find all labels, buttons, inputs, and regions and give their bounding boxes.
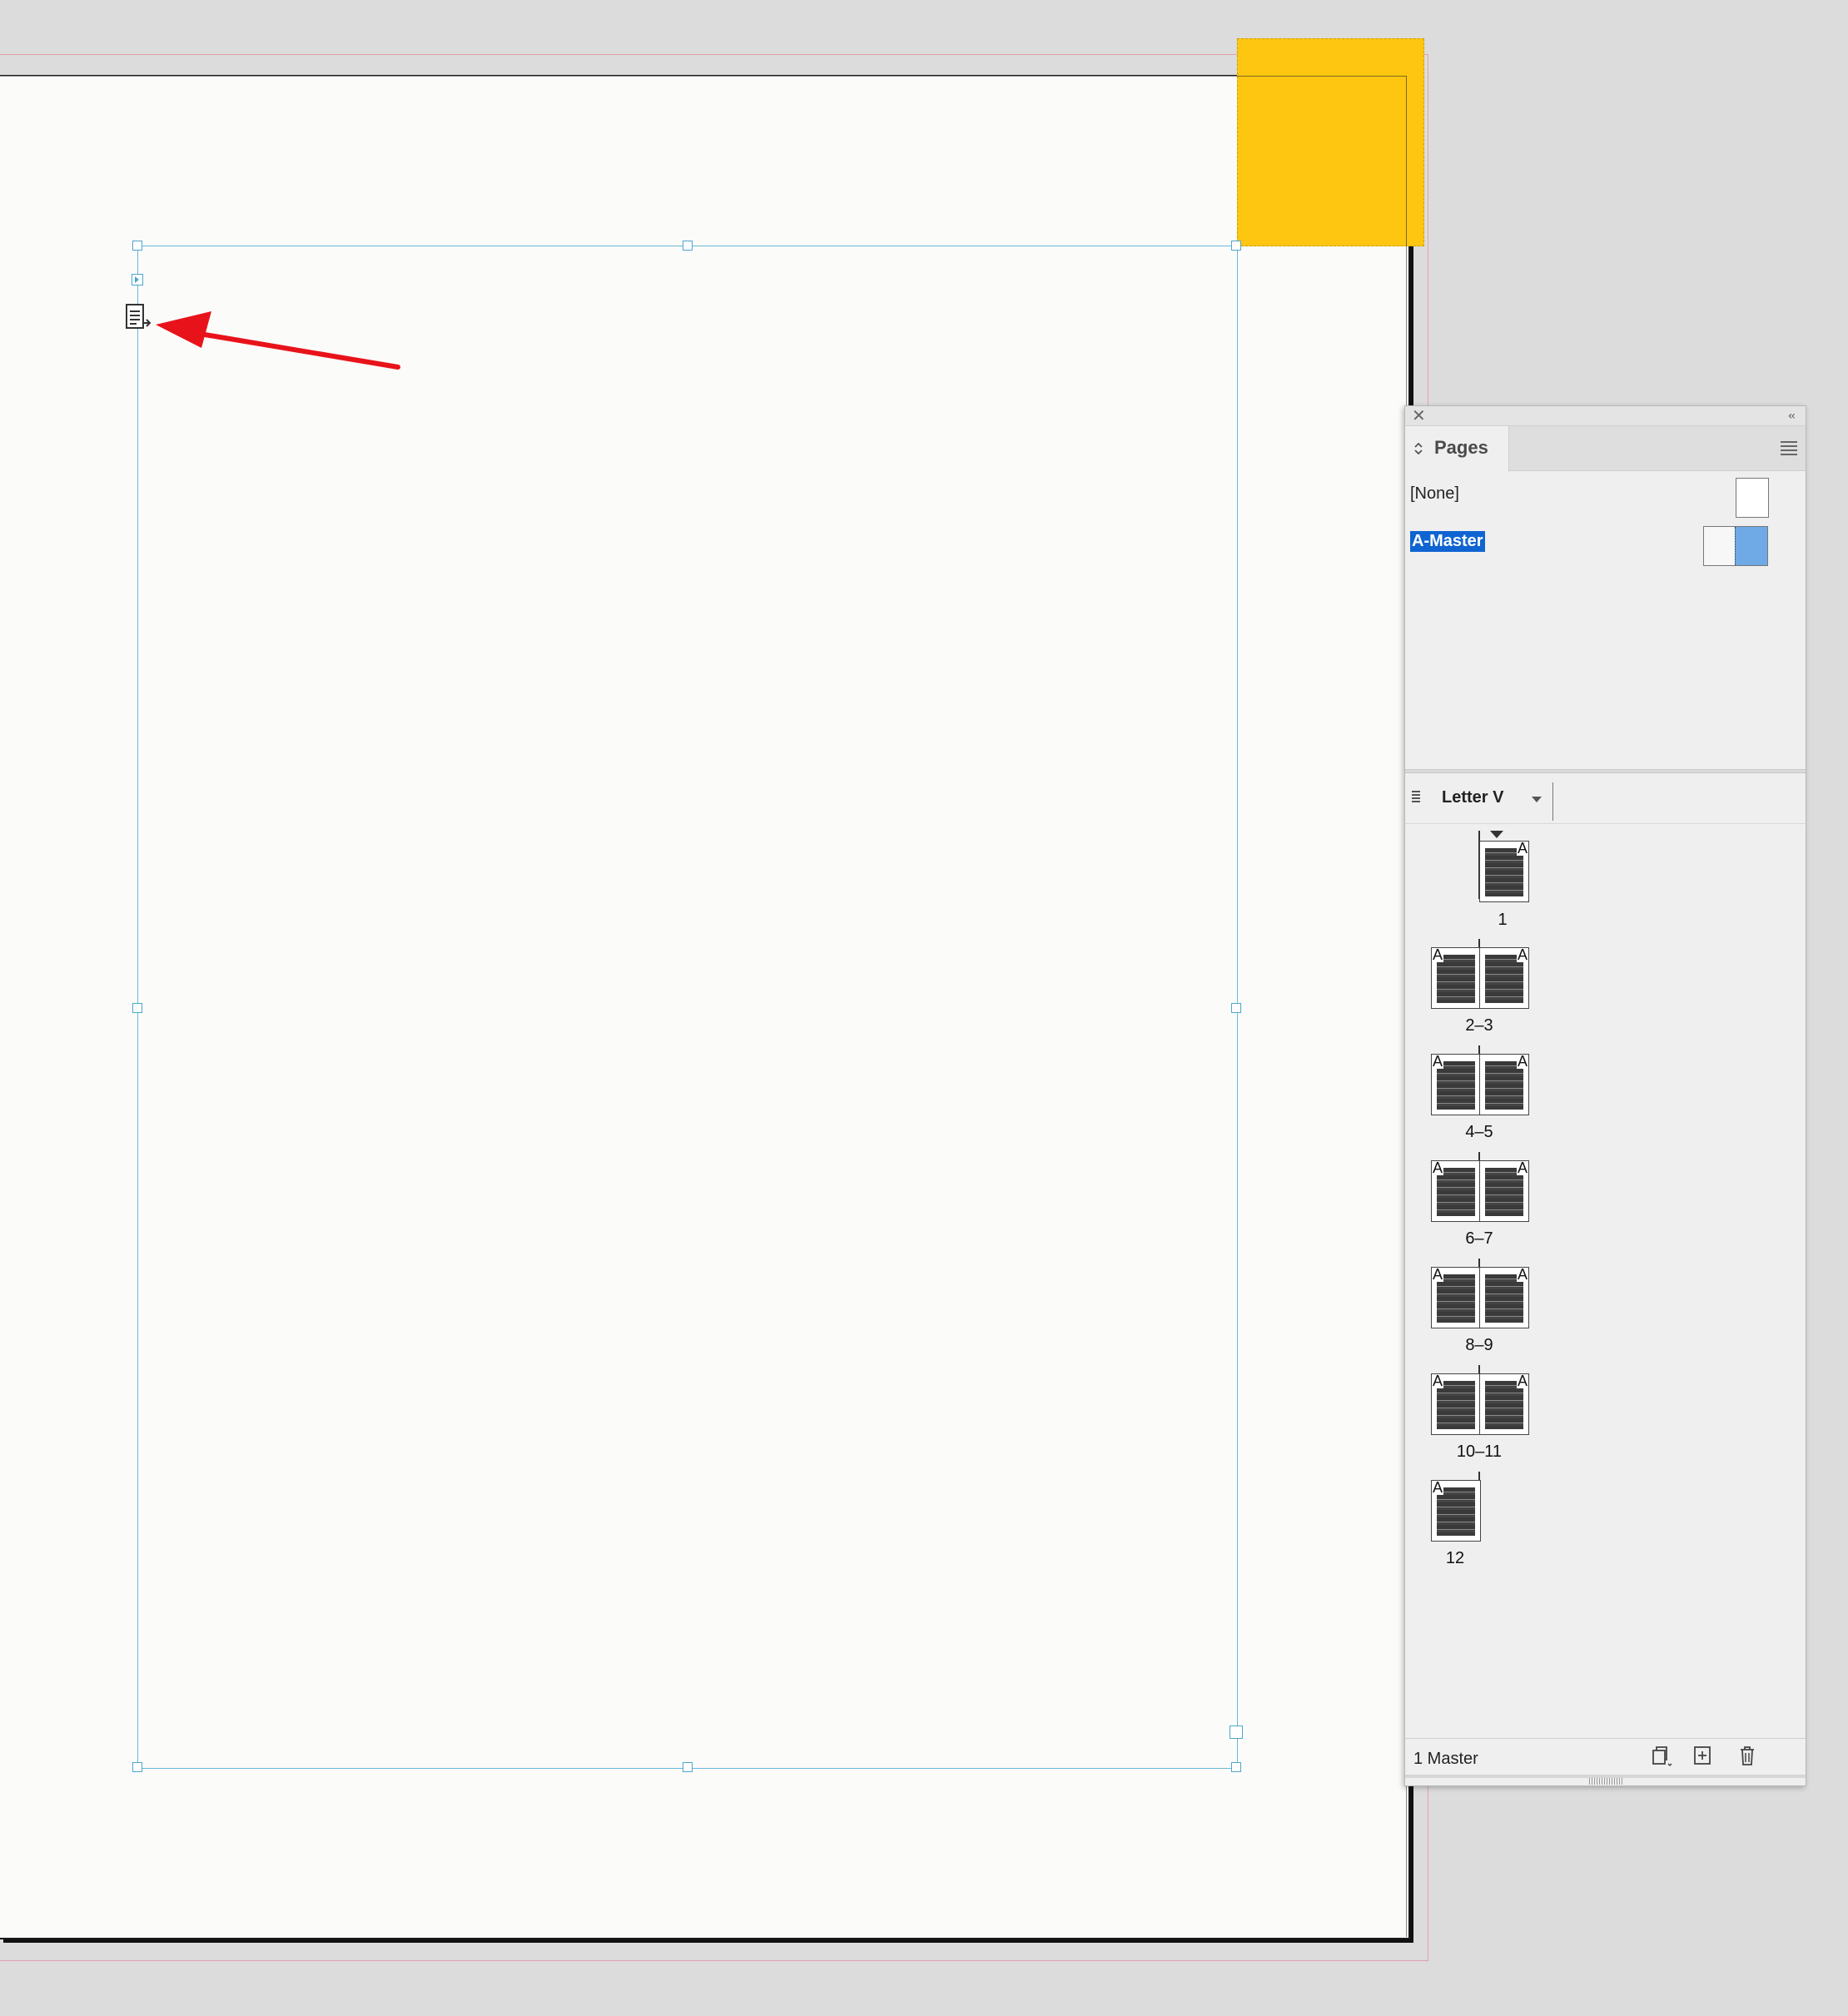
footer-divider — [1405, 1738, 1806, 1739]
page-label[interactable]: 4–5 — [1429, 1123, 1529, 1142]
size-bar-separator — [1552, 782, 1553, 821]
tab-pages[interactable]: Pages — [1405, 426, 1509, 472]
master-none-thumbnail[interactable] — [1736, 478, 1769, 518]
page-label[interactable]: 12 — [1405, 1549, 1505, 1568]
in-port-icon[interactable] — [132, 274, 143, 286]
master-letter: A — [1432, 1267, 1444, 1283]
edit-page-size-icon[interactable] — [1648, 1743, 1673, 1768]
master-letter: A — [1516, 1054, 1528, 1070]
frame-handle-middle-left[interactable] — [132, 1003, 142, 1013]
updown-chevron-icon — [1414, 442, 1423, 455]
page-thumbnail[interactable]: A — [1431, 1480, 1481, 1542]
new-page-icon[interactable] — [1690, 1743, 1715, 1768]
page-label[interactable]: 2–3 — [1429, 1016, 1529, 1035]
page-thumbnail[interactable]: A — [1431, 1160, 1481, 1222]
frame-handle-top-left[interactable] — [132, 241, 142, 251]
master-letter: A — [1432, 1373, 1444, 1389]
page-thumbnail[interactable]: A — [1431, 1373, 1481, 1435]
page-size-icon — [1412, 791, 1420, 806]
page-thumbnail[interactable]: A — [1479, 1054, 1529, 1115]
footer-master-count: 1 Master — [1413, 1750, 1478, 1768]
tab-pages-label: Pages — [1434, 437, 1488, 458]
page-thumbnail[interactable]: A — [1479, 1373, 1529, 1435]
master-letter: A — [1432, 1480, 1444, 1496]
text-threading-out-port-icon[interactable] — [123, 303, 152, 331]
chevron-down-icon[interactable] — [1532, 797, 1542, 802]
frame-out-port[interactable] — [1230, 1726, 1243, 1739]
master-letter: A — [1516, 1160, 1528, 1176]
close-icon[interactable]: ✕ — [1412, 407, 1426, 425]
page-thumbnail[interactable]: A — [1431, 1054, 1481, 1115]
page-label[interactable]: 6–7 — [1429, 1229, 1529, 1249]
master-letter: A — [1432, 947, 1444, 963]
page-thumbnail[interactable]: A — [1479, 841, 1529, 902]
master-letter: A — [1516, 947, 1528, 963]
page-thumbnail[interactable]: A — [1479, 1267, 1529, 1328]
panel-tab-strip: Pages — [1405, 426, 1806, 472]
page-size-label[interactable]: Letter V — [1442, 788, 1503, 807]
resize-grip[interactable] — [1589, 1778, 1622, 1785]
current-page-marker-icon — [1490, 831, 1503, 838]
page-size-bar: Letter V — [1405, 774, 1806, 824]
page-label[interactable]: 8–9 — [1429, 1336, 1529, 1355]
collapse-icon[interactable]: ‹‹ — [1788, 408, 1796, 425]
page-thumbnail[interactable]: A — [1431, 947, 1481, 1009]
frame-handle-top-right[interactable] — [1231, 241, 1241, 251]
master-letter: A — [1516, 1267, 1528, 1283]
master-letter: A — [1516, 1373, 1528, 1389]
page-thumbnail[interactable]: A — [1479, 947, 1529, 1009]
frame-handle-bottom-right[interactable] — [1231, 1762, 1241, 1772]
page-edge-over-rectangle — [1237, 76, 1407, 246]
master-letter: A — [1432, 1054, 1444, 1070]
page-thumbnail[interactable]: A — [1431, 1267, 1481, 1328]
pages-panel: ✕ ‹‹ Pages [None] A-Master Letter V A 1 … — [1404, 405, 1806, 1786]
master-a-thumbnail[interactable] — [1703, 526, 1768, 566]
master-letter: A — [1432, 1160, 1444, 1176]
page-label[interactable]: 1 — [1453, 911, 1552, 930]
text-frame[interactable] — [132, 241, 1243, 1772]
panel-section-divider[interactable] — [1405, 769, 1806, 773]
master-letter: A — [1516, 841, 1528, 857]
master-a-label[interactable]: A-Master — [1410, 531, 1485, 552]
frame-handle-bottom-left[interactable] — [132, 1762, 142, 1772]
frame-handle-bottom-center[interactable] — [683, 1762, 693, 1772]
panel-menu-icon[interactable] — [1781, 441, 1797, 455]
page-thumbnail[interactable]: A — [1479, 1160, 1529, 1222]
trash-icon[interactable] — [1735, 1743, 1760, 1768]
page-label[interactable]: 10–11 — [1429, 1442, 1529, 1462]
panel-title-bar: ✕ ‹‹ — [1405, 406, 1806, 426]
master-none-label[interactable]: [None] — [1410, 484, 1459, 504]
frame-handle-middle-right[interactable] — [1231, 1003, 1241, 1013]
frame-handle-top-center[interactable] — [683, 241, 693, 251]
